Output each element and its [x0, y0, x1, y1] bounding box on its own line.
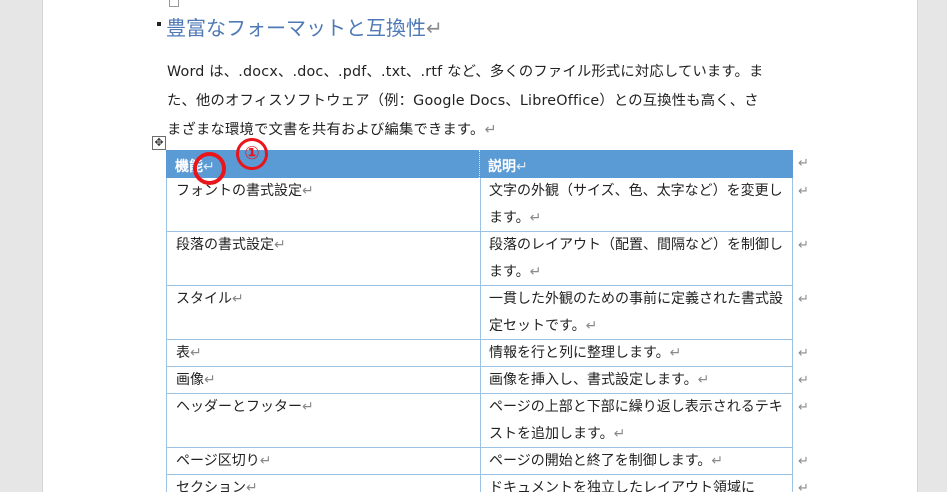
- feature-text: セクション: [176, 480, 246, 492]
- page-corner-marker: [169, 0, 179, 7]
- table-row: スタイル↵ 一貫した外観のための事前に定義された書式設定セットです。↵: [166, 286, 793, 340]
- description-cell[interactable]: 文字の外観（サイズ、色、太字など）を変更します。↵: [489, 178, 789, 232]
- cell-mark: ↵: [190, 345, 202, 361]
- column-divider: [480, 367, 481, 393]
- cell-mark: ↵: [232, 291, 244, 307]
- feature-cell[interactable]: フォントの書式設定↵: [176, 178, 476, 205]
- feature-text: 段落の書式設定: [176, 237, 274, 253]
- table-row: 段落の書式設定↵ 段落のレイアウト（配置、間隔など）を制御します。↵: [166, 232, 793, 286]
- document-page[interactable]: 豊富なフォーマットと互換性↵ Word は、.docx、.doc、.pdf、.t…: [42, 0, 918, 492]
- paragraph-line-2[interactable]: た、他のオフィスソフトウェア（例：Google Docs、LibreOffice…: [167, 89, 759, 110]
- feature-cell[interactable]: ページ区切り↵: [176, 448, 476, 475]
- description-text: ページの開始と終了を制御します。: [489, 453, 712, 469]
- row-end-mark: ↵: [798, 481, 809, 492]
- cell-mark: ↵: [274, 237, 286, 253]
- column-divider: [480, 448, 481, 474]
- table-row: セクション↵ ドキュメントを独立したレイアウト領域に: [166, 475, 793, 492]
- description-text: ドキュメントを独立したレイアウト領域に: [489, 480, 755, 492]
- row-end-mark: ↵: [798, 238, 809, 253]
- cell-mark: ↵: [697, 372, 710, 388]
- cell-mark: ↵: [204, 372, 216, 388]
- description-text: ページの上部と下部に繰り返し表示されるテキストを追加します。: [489, 399, 783, 442]
- paragraph-line-3[interactable]: まざまな環境で文書を共有および編集できます。↵: [167, 118, 497, 139]
- feature-cell[interactable]: ヘッダーとフッター↵: [176, 394, 476, 421]
- table-row: フォントの書式設定↵ 文字の外観（サイズ、色、太字など）を変更します。↵: [166, 178, 793, 232]
- row-end-mark: ↵: [798, 400, 809, 415]
- column-divider: [480, 286, 481, 339]
- feature-text: ページ区切り: [176, 453, 260, 469]
- paragraph-line-1[interactable]: Word は、.docx、.doc、.pdf、.txt、.rtf など、多くのフ…: [167, 60, 764, 81]
- feature-cell[interactable]: 画像↵: [176, 367, 476, 394]
- description-text: 一貫した外観のための事前に定義された書式設定セットです。: [489, 291, 783, 334]
- section-heading[interactable]: 豊富なフォーマットと互換性↵: [166, 12, 443, 41]
- header-cell-description[interactable]: 説明↵: [488, 156, 528, 176]
- row-end-mark: ↵: [798, 346, 809, 361]
- table-row: ヘッダーとフッター↵ ページの上部と下部に繰り返し表示されるテキストを追加します。…: [166, 394, 793, 448]
- description-cell[interactable]: 画像を挿入し、書式設定します。↵: [489, 367, 789, 394]
- paragraph-mark: ↵: [484, 122, 497, 138]
- header-column-divider: [479, 150, 480, 178]
- feature-text: フォントの書式設定: [176, 183, 302, 199]
- annotation-circle: [193, 152, 226, 185]
- cell-mark: ↵: [302, 399, 314, 415]
- row-end-mark: ↵: [798, 373, 809, 388]
- table-row: ページ区切り↵ ページの開始と終了を制御します。↵: [166, 448, 793, 475]
- feature-cell[interactable]: 表↵: [176, 340, 476, 367]
- row-end-mark: ↵: [798, 156, 809, 171]
- paragraph-line-text: Word は、.docx、.doc、.pdf、.txt、.rtf など、多くのフ…: [167, 64, 764, 80]
- cell-mark: ↵: [302, 183, 314, 199]
- feature-cell[interactable]: セクション↵: [176, 475, 476, 492]
- annotation-number-badge: ①: [236, 138, 268, 170]
- heading-bullet-marker: [157, 22, 161, 26]
- description-cell[interactable]: ページの上部と下部に繰り返し表示されるテキストを追加します。↵: [489, 394, 789, 448]
- description-cell[interactable]: ページの開始と終了を制御します。↵: [489, 448, 789, 475]
- paragraph-line-text: た、他のオフィスソフトウェア（例：Google Docs、LibreOffice…: [167, 93, 759, 109]
- description-text: 情報を行と列に整理します。: [489, 345, 670, 361]
- table-move-handle-icon[interactable]: ✥: [152, 136, 166, 150]
- paragraph-mark: ↵: [426, 16, 443, 40]
- column-divider: [480, 475, 481, 492]
- description-text: 画像を挿入し、書式設定します。: [489, 372, 698, 388]
- cell-mark: ↵: [585, 318, 598, 334]
- column-divider: [480, 394, 481, 447]
- row-end-mark: ↵: [798, 454, 809, 469]
- feature-text: 表: [176, 345, 190, 361]
- feature-text: スタイル: [176, 291, 232, 307]
- description-cell[interactable]: 段落のレイアウト（配置、間隔など）を制御します。↵: [489, 232, 789, 286]
- cell-mark: ↵: [529, 210, 542, 226]
- description-cell[interactable]: 情報を行と列に整理します。↵: [489, 340, 789, 367]
- row-end-mark: ↵: [798, 292, 809, 307]
- cell-mark: ↵: [259, 453, 272, 469]
- column-divider: [480, 340, 481, 366]
- table-row: 表↵ 情報を行と列に整理します。↵: [166, 340, 793, 367]
- cell-mark: ↵: [516, 159, 528, 175]
- header-text: 説明: [488, 159, 516, 175]
- feature-text: ヘッダーとフッター: [176, 399, 302, 415]
- paragraph-line-text: まざまな環境で文書を共有および編集できます。: [167, 122, 485, 138]
- row-end-mark: ↵: [798, 184, 809, 199]
- heading-text: 豊富なフォーマットと互換性: [166, 16, 426, 40]
- feature-cell[interactable]: スタイル↵: [176, 286, 476, 313]
- column-divider: [480, 232, 481, 285]
- cell-mark: ↵: [711, 453, 724, 469]
- table-row: 画像↵ 画像を挿入し、書式設定します。↵: [166, 367, 793, 394]
- cell-mark: ↵: [613, 426, 626, 442]
- column-divider: [480, 178, 481, 231]
- feature-cell[interactable]: 段落の書式設定↵: [176, 232, 476, 259]
- cell-mark: ↵: [246, 480, 258, 492]
- cell-mark: ↵: [669, 345, 682, 361]
- description-cell[interactable]: 一貫した外観のための事前に定義された書式設定セットです。↵: [489, 286, 789, 340]
- cell-mark: ↵: [529, 264, 542, 280]
- description-cell[interactable]: ドキュメントを独立したレイアウト領域に: [489, 475, 789, 492]
- feature-text: 画像: [176, 372, 204, 388]
